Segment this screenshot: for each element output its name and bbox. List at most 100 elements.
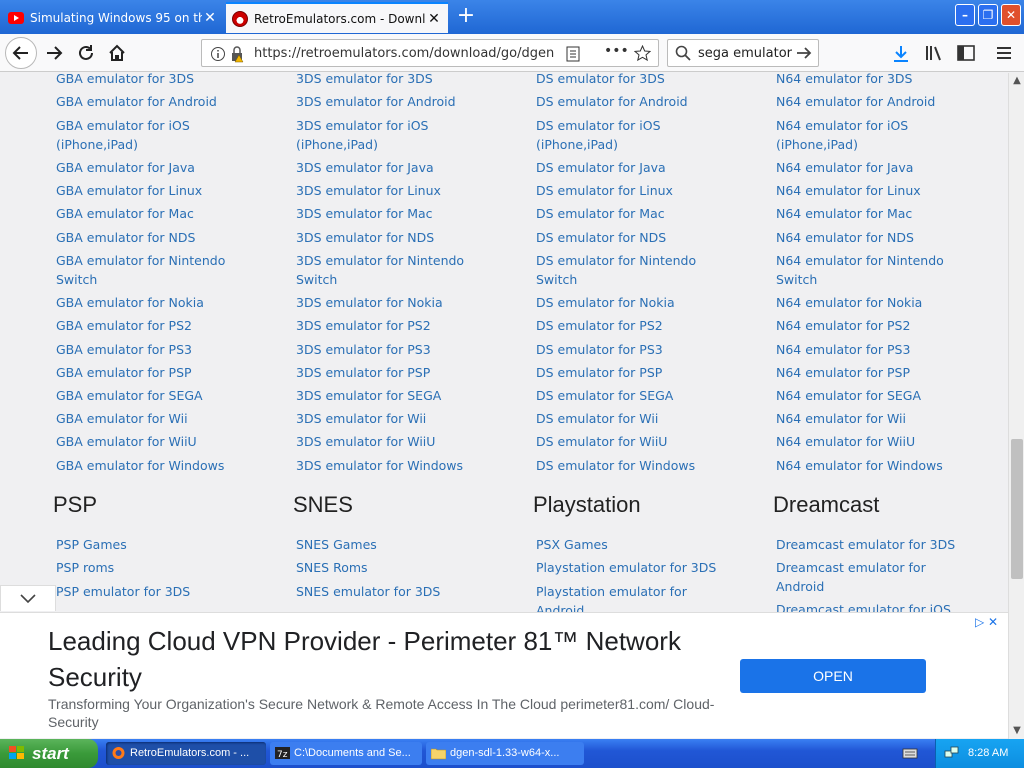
link[interactable]: GBA emulator for SEGA <box>56 386 256 405</box>
link[interactable]: PSP Games <box>56 535 256 554</box>
link[interactable]: DS emulator for PS2 <box>536 316 736 335</box>
bookmark-star-icon[interactable] <box>634 45 651 62</box>
link[interactable]: 3DS emulator for PS2 <box>296 316 496 335</box>
link[interactable]: DS emulator for PSP <box>536 363 736 382</box>
link[interactable]: 3DS emulator for SEGA <box>296 386 496 405</box>
link[interactable]: Dreamcast emulator for 3DS <box>776 535 956 554</box>
link[interactable]: N64 emulator for SEGA <box>776 386 976 405</box>
url-text[interactable]: https://retroemulators.com/download/go/d… <box>254 46 554 61</box>
link[interactable]: DS emulator for Nintendo Switch <box>536 251 706 289</box>
link[interactable]: 3DS emulator for Windows <box>296 456 496 475</box>
collapse-ad-button[interactable] <box>0 585 56 611</box>
link[interactable]: GBA emulator for Nokia <box>56 293 256 312</box>
link[interactable]: DS emulator for Linux <box>536 181 736 200</box>
scroll-down-icon[interactable]: ▼ <box>1009 723 1024 739</box>
link[interactable]: Dreamcast emulator for Android <box>776 558 936 596</box>
address-bar[interactable]: https://retroemulators.com/download/go/d… <box>201 39 659 67</box>
forward-button[interactable] <box>40 39 68 67</box>
link[interactable]: 3DS emulator for Java <box>296 158 496 177</box>
link[interactable]: SNES Games <box>296 535 496 554</box>
link[interactable]: DS emulator for Java <box>536 158 736 177</box>
library-icon[interactable] <box>925 45 943 61</box>
scroll-up-icon[interactable]: ▲ <box>1009 73 1024 89</box>
link[interactable]: GBA emulator for Nintendo Switch <box>56 251 236 289</box>
link[interactable]: DS emulator for SEGA <box>536 386 736 405</box>
back-button[interactable] <box>5 37 37 69</box>
link[interactable]: N64 emulator for Linux <box>776 181 976 200</box>
reload-button[interactable] <box>72 39 100 67</box>
close-window-button[interactable]: ✕ <box>1001 4 1021 26</box>
link[interactable]: DS emulator for Windows <box>536 456 736 475</box>
link[interactable]: N64 emulator for Android <box>776 92 976 111</box>
link[interactable]: N64 emulator for 3DS <box>776 73 976 88</box>
link[interactable]: N64 emulator for Windows <box>776 456 976 475</box>
close-icon[interactable]: ✕ <box>426 11 442 27</box>
page-scrollbar[interactable]: ▲ ▼ <box>1008 73 1024 739</box>
link[interactable]: 3DS emulator for PSP <box>296 363 496 382</box>
link[interactable]: 3DS emulator for Nintendo Switch <box>296 251 476 289</box>
link[interactable]: GBA emulator for Linux <box>56 181 256 200</box>
link[interactable]: PSX Games <box>536 535 736 554</box>
tab-retroemulators[interactable]: RetroEmulators.com - Download D ✕ <box>226 2 448 33</box>
link[interactable]: N64 emulator for PS2 <box>776 316 976 335</box>
advertisement-banner[interactable]: Leading Cloud VPN Provider - Perimeter 8… <box>0 612 1008 738</box>
new-tab-button[interactable]: + <box>452 4 480 30</box>
clock[interactable]: 8:28 AM <box>968 747 1008 759</box>
link[interactable]: PSP emulator for 3DS <box>56 582 256 601</box>
page-actions-icon[interactable]: ••• <box>604 43 629 59</box>
link[interactable]: GBA emulator for Java <box>56 158 256 177</box>
sidebar-icon[interactable] <box>957 45 975 61</box>
link[interactable]: GBA emulator for 3DS <box>56 73 256 88</box>
link[interactable]: GBA emulator for Android <box>56 92 256 111</box>
link[interactable]: GBA emulator for NDS <box>56 228 256 247</box>
link[interactable]: DS emulator for Mac <box>536 204 736 223</box>
link[interactable]: SNES emulator for 3DS <box>296 582 496 601</box>
adchoices-icon[interactable]: ▷ ✕ <box>975 615 998 629</box>
link[interactable]: 3DS emulator for Wii <box>296 409 496 428</box>
menu-icon[interactable] <box>996 46 1012 60</box>
tab-youtube[interactable]: Simulating Windows 95 on the Sega ✕ <box>2 2 224 33</box>
close-icon[interactable]: ✕ <box>202 10 218 26</box>
link[interactable]: DS emulator for Wii <box>536 409 736 428</box>
link[interactable]: N64 emulator for Java <box>776 158 976 177</box>
search-bar[interactable]: sega emulator d <box>667 39 819 67</box>
link[interactable]: DS emulator for WiiU <box>536 432 736 451</box>
link[interactable]: 3DS emulator for 3DS <box>296 73 496 88</box>
link[interactable]: N64 emulator for WiiU <box>776 432 976 451</box>
link[interactable]: N64 emulator for Wii <box>776 409 976 428</box>
link[interactable]: 3DS emulator for Linux <box>296 181 496 200</box>
link[interactable]: N64 emulator for Nintendo Switch <box>776 251 956 289</box>
link[interactable]: N64 emulator for iOS (iPhone,iPad) <box>776 116 946 154</box>
link[interactable]: SNES Roms <box>296 558 496 577</box>
link[interactable]: DS emulator for 3DS <box>536 73 736 88</box>
search-go-arrow-icon[interactable] <box>796 46 812 60</box>
link[interactable]: GBA emulator for Windows <box>56 456 256 475</box>
link[interactable]: DS emulator for iOS (iPhone,iPad) <box>536 116 706 154</box>
link[interactable]: GBA emulator for WiiU <box>56 432 256 451</box>
link[interactable]: Playstation emulator for 3DS <box>536 558 736 577</box>
link[interactable]: N64 emulator for PSP <box>776 363 976 382</box>
link[interactable]: GBA emulator for PS3 <box>56 340 256 359</box>
link[interactable]: 3DS emulator for WiiU <box>296 432 496 451</box>
link[interactable]: 3DS emulator for NDS <box>296 228 496 247</box>
insecure-lock-icon[interactable] <box>230 45 248 63</box>
link[interactable]: N64 emulator for NDS <box>776 228 976 247</box>
link[interactable]: GBA emulator for iOS (iPhone,iPad) <box>56 116 226 154</box>
start-button[interactable]: start <box>0 739 98 768</box>
minimize-button[interactable]: – <box>955 4 975 26</box>
taskbar-item-firefox[interactable]: RetroEmulators.com - ... <box>106 742 266 765</box>
link[interactable]: GBA emulator for PS2 <box>56 316 256 335</box>
link[interactable]: 3DS emulator for Mac <box>296 204 496 223</box>
link[interactable]: N64 emulator for PS3 <box>776 340 976 359</box>
ad-headline[interactable]: Leading Cloud VPN Provider - Perimeter 8… <box>48 623 688 695</box>
network-icon[interactable] <box>944 745 960 761</box>
home-button[interactable] <box>103 39 131 67</box>
taskbar-item-7zip[interactable]: 7z C:\Documents and Se... <box>270 742 422 765</box>
link[interactable]: N64 emulator for Mac <box>776 204 976 223</box>
taskbar-item-folder[interactable]: dgen-sdl-1.33-w64-x... <box>426 742 584 765</box>
link[interactable]: 3DS emulator for iOS (iPhone,iPad) <box>296 116 466 154</box>
reader-view-icon[interactable] <box>566 46 580 62</box>
ad-open-button[interactable]: OPEN <box>740 659 926 693</box>
link[interactable]: 3DS emulator for Nokia <box>296 293 496 312</box>
link[interactable]: DS emulator for Android <box>536 92 736 111</box>
